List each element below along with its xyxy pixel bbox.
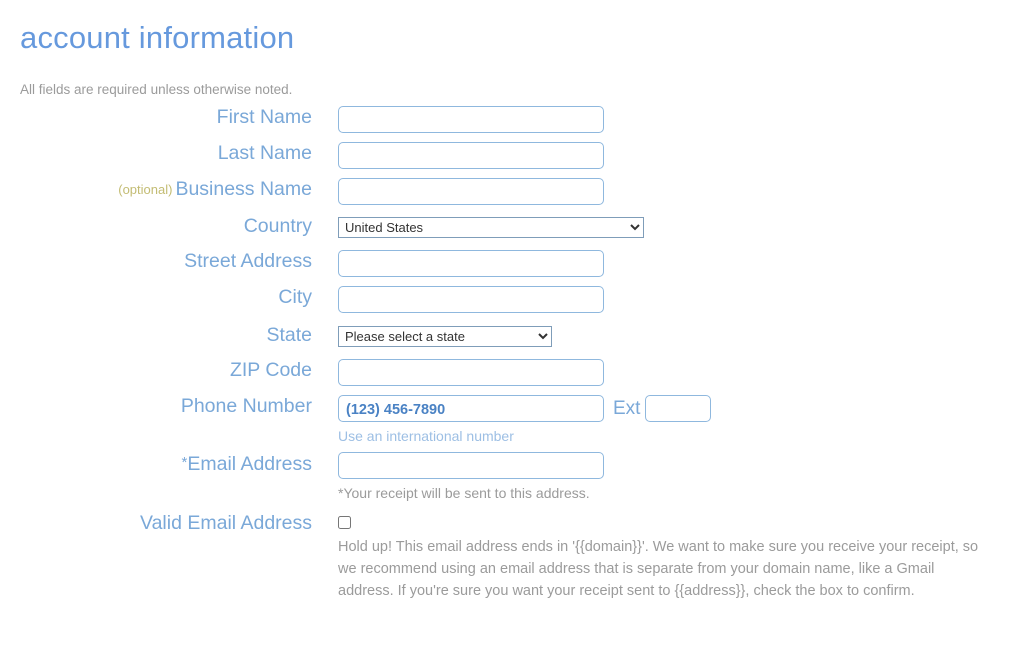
field-cell-country: United States bbox=[312, 215, 1024, 238]
phone-number-input[interactable] bbox=[338, 395, 604, 422]
field-cell-city bbox=[312, 286, 1024, 313]
field-cell-state: Please select a state bbox=[312, 324, 1024, 347]
valid-email-address-checkbox[interactable] bbox=[338, 516, 351, 529]
label-first-name: First Name bbox=[0, 106, 312, 128]
field-cell-zip-code bbox=[312, 359, 1024, 386]
street-address-input[interactable] bbox=[338, 250, 604, 277]
label-business-name: (optional) Business Name bbox=[0, 178, 312, 201]
field-row-phone-number: Phone Number Ext Use an international nu… bbox=[0, 395, 1024, 446]
field-row-country: Country United States bbox=[0, 215, 1024, 238]
label-valid-email-address-text: Valid Email Address bbox=[140, 512, 312, 534]
field-cell-first-name bbox=[312, 106, 1024, 133]
label-country-text: Country bbox=[243, 215, 312, 237]
email-address-input[interactable] bbox=[338, 452, 604, 479]
optional-tag-business-name: (optional) bbox=[118, 182, 173, 197]
label-phone-extension: Ext bbox=[613, 397, 641, 419]
field-row-zip-code: ZIP Code bbox=[0, 359, 1024, 386]
label-valid-email-address: Valid Email Address bbox=[0, 512, 312, 534]
business-name-input[interactable] bbox=[338, 178, 604, 205]
international-number-link[interactable]: Use an international number bbox=[338, 427, 1024, 446]
label-street-address-text: Street Address bbox=[184, 250, 312, 272]
label-last-name-text: Last Name bbox=[217, 142, 312, 164]
field-row-last-name: Last Name bbox=[0, 142, 1024, 169]
field-row-street-address: Street Address bbox=[0, 250, 1024, 277]
field-cell-street-address bbox=[312, 250, 1024, 277]
email-receipt-note: *Your receipt will be sent to this addre… bbox=[338, 485, 590, 501]
field-row-state: State Please select a state bbox=[0, 324, 1024, 347]
field-row-email-address: *Email Address *Your receipt will be sen… bbox=[0, 452, 1024, 503]
label-zip-code-text: ZIP Code bbox=[229, 359, 312, 381]
field-row-first-name: First Name bbox=[0, 106, 1024, 133]
field-cell-business-name bbox=[312, 178, 1024, 205]
field-row-city: City bbox=[0, 286, 1024, 313]
valid-email-address-warning: Hold up! This email address ends in '{{d… bbox=[338, 539, 979, 599]
label-street-address: Street Address bbox=[0, 250, 312, 272]
form-required-note: All fields are required unless otherwise… bbox=[20, 82, 293, 97]
label-state: State bbox=[0, 324, 312, 346]
zip-code-input[interactable] bbox=[338, 359, 604, 386]
account-information-form: First Name Last Name (optional) Business … bbox=[0, 106, 1024, 602]
label-city: City bbox=[0, 286, 312, 308]
label-state-text: State bbox=[266, 324, 312, 346]
field-cell-phone-number: Ext Use an international number bbox=[312, 395, 1024, 446]
field-cell-valid-email-address: Hold up! This email address ends in '{{d… bbox=[312, 512, 1024, 602]
city-input[interactable] bbox=[338, 286, 604, 313]
field-row-valid-email-address: Valid Email Address Hold up! This email … bbox=[0, 512, 1024, 602]
field-cell-last-name bbox=[312, 142, 1024, 169]
label-country: Country bbox=[0, 215, 312, 237]
field-cell-email-address: *Your receipt will be sent to this addre… bbox=[312, 452, 1024, 503]
page-title: account information bbox=[20, 20, 295, 55]
phone-extension-input[interactable] bbox=[645, 395, 712, 422]
country-select[interactable]: United States bbox=[338, 217, 644, 238]
first-name-input[interactable] bbox=[338, 106, 604, 133]
label-email-address-text: Email Address bbox=[187, 453, 312, 475]
label-phone-number-text: Phone Number bbox=[180, 395, 312, 417]
label-business-name-text: Business Name bbox=[175, 178, 312, 200]
field-row-business-name: (optional) Business Name bbox=[0, 178, 1024, 205]
label-zip-code: ZIP Code bbox=[0, 359, 312, 381]
state-select[interactable]: Please select a state bbox=[338, 326, 552, 347]
last-name-input[interactable] bbox=[338, 142, 604, 169]
label-phone-number: Phone Number bbox=[0, 395, 312, 417]
label-city-text: City bbox=[278, 286, 312, 308]
label-last-name: Last Name bbox=[0, 142, 312, 164]
phone-number-input-group: Ext bbox=[338, 395, 1024, 422]
label-email-address: *Email Address bbox=[0, 452, 312, 475]
account-information-page: account information All fields are requi… bbox=[0, 0, 1024, 645]
label-first-name-text: First Name bbox=[216, 106, 312, 128]
